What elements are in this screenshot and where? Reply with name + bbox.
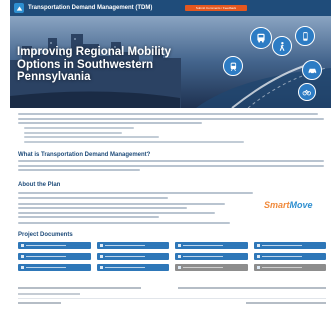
pedestrian-icon xyxy=(272,36,292,56)
document-icon xyxy=(256,266,260,269)
about-the-plan-heading: About the Plan xyxy=(18,182,61,188)
document-button[interactable] xyxy=(175,253,248,260)
train-icon xyxy=(223,56,243,76)
submit-feedback-button[interactable]: Submit Comments / Feedback xyxy=(185,5,247,11)
page-footer-notes xyxy=(18,284,326,304)
document-button[interactable] xyxy=(18,264,91,271)
about-the-plan-text xyxy=(18,192,253,227)
document-button[interactable] xyxy=(175,242,248,249)
phone-icon xyxy=(295,26,315,46)
document-icon xyxy=(99,255,103,258)
document-button-disabled[interactable] xyxy=(175,264,248,271)
document-icon xyxy=(256,255,260,258)
document-button[interactable] xyxy=(18,253,91,260)
car-icon xyxy=(302,60,322,80)
hero-title: Improving Regional Mobility Options in S… xyxy=(17,46,171,83)
tdm-web-page: Transportation Demand Management (TDM) S… xyxy=(10,0,331,312)
document-icon xyxy=(21,244,24,247)
document-icon xyxy=(256,244,260,247)
project-documents-grid xyxy=(18,242,326,275)
bicycle-icon xyxy=(298,83,316,101)
document-icon xyxy=(178,266,181,269)
project-documents-heading: Project Documents xyxy=(18,232,73,238)
document-button[interactable] xyxy=(253,253,326,260)
document-icon xyxy=(21,266,24,269)
intro-paragraph xyxy=(18,113,324,145)
document-button[interactable] xyxy=(253,242,326,249)
document-icon xyxy=(99,244,103,247)
site-title[interactable]: Transportation Demand Management (TDM) xyxy=(28,5,152,11)
document-icon xyxy=(178,255,181,258)
what-is-tdm-heading: What is Transportation Demand Management… xyxy=(18,152,151,158)
document-button[interactable] xyxy=(96,242,169,249)
site-logo-icon[interactable] xyxy=(14,3,24,13)
what-is-tdm-text xyxy=(18,160,324,174)
smartmove-logo: SmartMove xyxy=(264,200,313,210)
document-icon xyxy=(178,244,181,247)
document-icon xyxy=(99,266,103,269)
site-header: Transportation Demand Management (TDM) S… xyxy=(10,0,331,16)
document-button-disabled[interactable] xyxy=(253,264,326,271)
hero-banner: Improving Regional Mobility Options in S… xyxy=(10,16,331,108)
document-button[interactable] xyxy=(96,253,169,260)
document-button[interactable] xyxy=(18,242,91,249)
document-button[interactable] xyxy=(96,264,169,271)
bus-icon xyxy=(250,27,272,49)
document-icon xyxy=(21,255,24,258)
